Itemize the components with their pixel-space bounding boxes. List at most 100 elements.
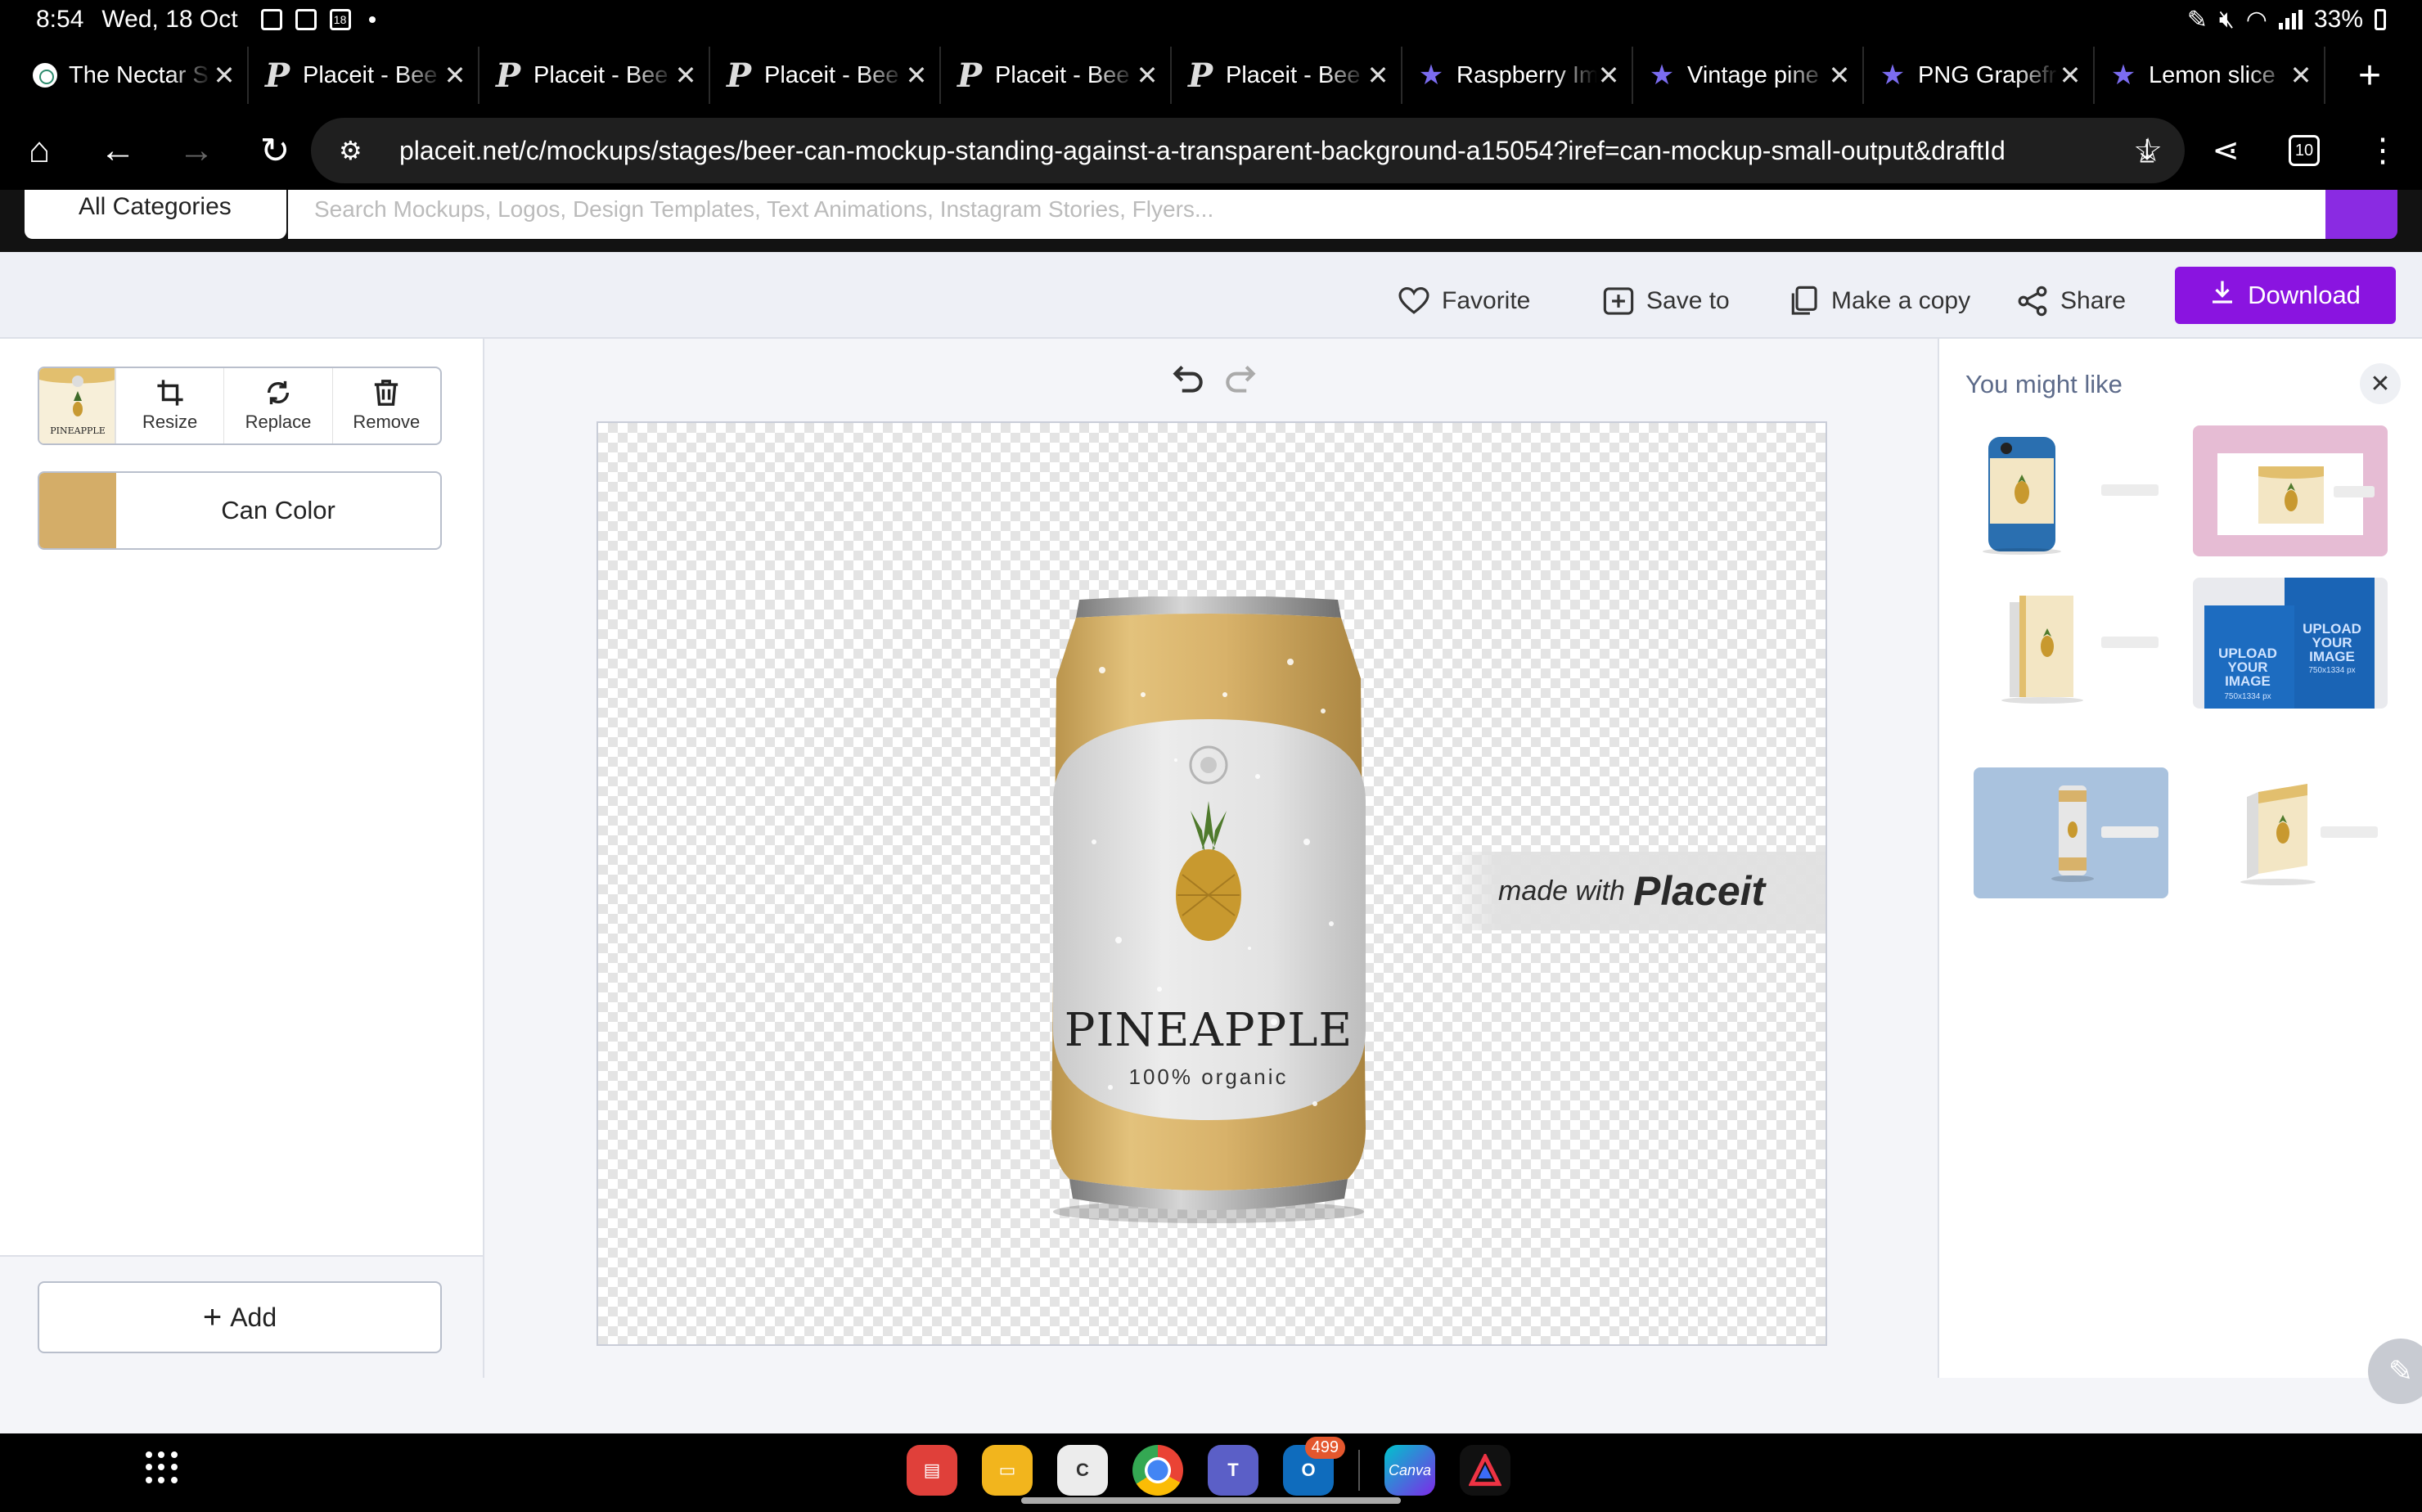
mockup-stage[interactable]: PINEAPPLE 100% organic made with Placeit bbox=[596, 421, 1827, 1346]
close-tab-icon[interactable]: ✕ bbox=[213, 60, 236, 91]
home-icon[interactable]: ⌂ bbox=[0, 111, 79, 190]
suggestion-tall-can[interactable] bbox=[1974, 767, 2168, 898]
save-to-label: Save to bbox=[1646, 287, 1730, 314]
url-field[interactable]: ⚙ placeit.net/c/mockups/stages/beer-can-… bbox=[311, 118, 2185, 183]
download-label: Download bbox=[2248, 281, 2361, 309]
files-app-icon[interactable]: ▭ bbox=[982, 1445, 1033, 1496]
watermark-badge bbox=[2321, 826, 2378, 838]
calendar-notification-icon: 18 bbox=[329, 9, 351, 30]
forward-icon[interactable]: → bbox=[157, 111, 236, 190]
browser-tab[interactable]: The Nectar S ✕ bbox=[18, 47, 249, 104]
tab-title: Placeit - Bee bbox=[533, 61, 669, 88]
download-page-icon[interactable]: ⤓ bbox=[2108, 111, 2186, 190]
beer-can-mockup[interactable]: PINEAPPLE 100% organic bbox=[1045, 596, 1372, 1226]
notes-app-icon[interactable]: ▤ bbox=[907, 1445, 957, 1496]
download-button[interactable]: Download bbox=[2175, 267, 2396, 324]
layer-thumbnail[interactable]: PINEAPPLE bbox=[39, 368, 116, 443]
watermark-badge bbox=[2334, 486, 2375, 497]
calculator-app-icon[interactable]: C bbox=[1057, 1445, 1108, 1496]
close-tab-icon[interactable]: ✕ bbox=[2059, 60, 2082, 91]
tab-count: 10 bbox=[2289, 135, 2320, 166]
remove-button[interactable]: Remove bbox=[333, 368, 440, 443]
chatgpt-icon bbox=[33, 63, 57, 88]
replace-button[interactable]: Replace bbox=[224, 368, 333, 443]
browser-tab[interactable]: P Placeit - Bee ✕ bbox=[479, 47, 710, 104]
reload-icon[interactable]: ↻ bbox=[236, 111, 314, 190]
back-icon[interactable]: ← bbox=[79, 111, 157, 190]
browser-tab[interactable]: P Placeit - Bee ✕ bbox=[710, 47, 941, 104]
star-icon: ★ bbox=[1880, 59, 1906, 92]
category-select[interactable]: All Categories bbox=[25, 190, 286, 239]
browser-tab[interactable]: P Placeit - Bee ✕ bbox=[249, 47, 479, 104]
more-menu-icon[interactable]: ⋮ bbox=[2343, 111, 2422, 190]
share-icon bbox=[2016, 285, 2049, 317]
close-tab-icon[interactable]: ✕ bbox=[674, 60, 697, 91]
home-gesture-bar[interactable] bbox=[1021, 1497, 1401, 1504]
save-to-button[interactable]: Save to bbox=[1602, 275, 1730, 327]
placeit-icon: P bbox=[264, 56, 290, 95]
placeit-icon: P bbox=[957, 56, 983, 95]
tab-title: Placeit - Bee bbox=[995, 61, 1130, 88]
new-tab-icon[interactable]: + bbox=[2358, 53, 2381, 98]
chrome-app-icon[interactable] bbox=[1132, 1445, 1183, 1496]
can-color-swatch[interactable] bbox=[39, 473, 116, 548]
site-search-button[interactable] bbox=[2325, 190, 2397, 239]
tab-title: Placeit - Bee bbox=[764, 61, 899, 88]
arc-app-icon[interactable] bbox=[1460, 1445, 1510, 1496]
site-settings-icon[interactable]: ⚙ bbox=[339, 135, 371, 166]
close-tab-icon[interactable]: ✕ bbox=[2289, 60, 2312, 91]
suggestion-laptop[interactable] bbox=[2193, 425, 2388, 556]
star-icon: ★ bbox=[1418, 59, 1444, 92]
browser-tab[interactable]: ★ PNG Grapefr ✕ bbox=[1864, 47, 2095, 104]
teams-app-icon[interactable]: T bbox=[1208, 1445, 1258, 1496]
close-tab-icon[interactable]: ✕ bbox=[1597, 60, 1620, 91]
tab-title: The Nectar S bbox=[69, 61, 209, 88]
canva-app-icon[interactable]: Canva bbox=[1384, 1445, 1435, 1496]
suggestion-phone-case[interactable] bbox=[1974, 425, 2168, 556]
upload-text-back: UPLOAD YOUR IMAGE bbox=[2303, 621, 2361, 664]
share-button[interactable]: Share bbox=[2016, 275, 2126, 327]
more-notifications-icon bbox=[368, 16, 376, 23]
suggestion-upload-phones[interactable]: UPLOAD YOUR IMAGE 750x1334 px UPLOAD YOU… bbox=[2193, 578, 2388, 709]
make-copy-button[interactable]: Make a copy bbox=[1787, 275, 1970, 327]
close-tab-icon[interactable]: ✕ bbox=[905, 60, 928, 91]
close-tab-icon[interactable]: ✕ bbox=[1366, 60, 1389, 91]
replace-label: Replace bbox=[245, 412, 312, 432]
close-tab-icon[interactable]: ✕ bbox=[1136, 60, 1159, 91]
suggestion-box[interactable] bbox=[2193, 767, 2388, 898]
browser-tab[interactable]: P Placeit - Bee ✕ bbox=[941, 47, 1172, 104]
close-icon[interactable]: ✕ bbox=[2360, 363, 2401, 404]
signal-icon bbox=[2278, 10, 2303, 29]
app-drawer-icon[interactable] bbox=[146, 1451, 178, 1484]
favorite-button[interactable]: Favorite bbox=[1398, 275, 1530, 327]
browser-tab-active[interactable]: P Placeit - Bee ✕ bbox=[1172, 47, 1402, 104]
browser-tab[interactable]: ★ Vintage pine ✕ bbox=[1633, 47, 1864, 104]
system-status-bar: 8:54 Wed, 18 Oct 18 ✎ 🔇︎ ◠ 33% bbox=[0, 0, 2422, 39]
dock-separator bbox=[1358, 1450, 1360, 1491]
browser-tab-strip: The Nectar S ✕ P Placeit - Bee ✕ P Place… bbox=[0, 39, 2422, 111]
add-button[interactable]: + Add bbox=[38, 1281, 442, 1353]
battery-icon bbox=[2375, 9, 2386, 30]
can-color-picker[interactable]: Can Color bbox=[38, 471, 442, 550]
undo-icon[interactable] bbox=[1167, 358, 1208, 399]
mute-icon: 🔇︎ bbox=[2218, 6, 2235, 33]
app-dock: ▤ ▭ C T O 499 Canva bbox=[907, 1437, 1510, 1496]
tab-switcher-button[interactable]: 10 bbox=[2265, 111, 2343, 190]
suggestion-book[interactable] bbox=[1974, 578, 2168, 709]
site-search-bar: All Categories Search Mockups, Logos, De… bbox=[0, 190, 2422, 252]
gallery-notification-icon bbox=[260, 9, 282, 30]
outlook-app-icon[interactable]: O 499 bbox=[1283, 1437, 1345, 1496]
favorite-label: Favorite bbox=[1442, 287, 1531, 314]
close-tab-icon[interactable]: ✕ bbox=[443, 60, 466, 91]
browser-tab[interactable]: ★ Lemon slice ✕ bbox=[2095, 47, 2325, 104]
browser-tab[interactable]: ★ Raspberry Im ✕ bbox=[1402, 47, 1633, 104]
system-taskbar: ▤ ▭ C T O 499 Canva bbox=[0, 1433, 2422, 1512]
site-search-input[interactable]: Search Mockups, Logos, Design Templates,… bbox=[288, 190, 2325, 239]
outlook-badge: 499 bbox=[1304, 1437, 1345, 1459]
close-tab-icon[interactable]: ✕ bbox=[1828, 60, 1851, 91]
watermark-badge bbox=[2101, 484, 2159, 496]
share-page-icon[interactable]: ⋖ bbox=[2186, 111, 2265, 190]
watermark-badge bbox=[2101, 826, 2159, 838]
redo-icon[interactable] bbox=[1221, 358, 1262, 399]
resize-button[interactable]: Resize bbox=[116, 368, 225, 443]
